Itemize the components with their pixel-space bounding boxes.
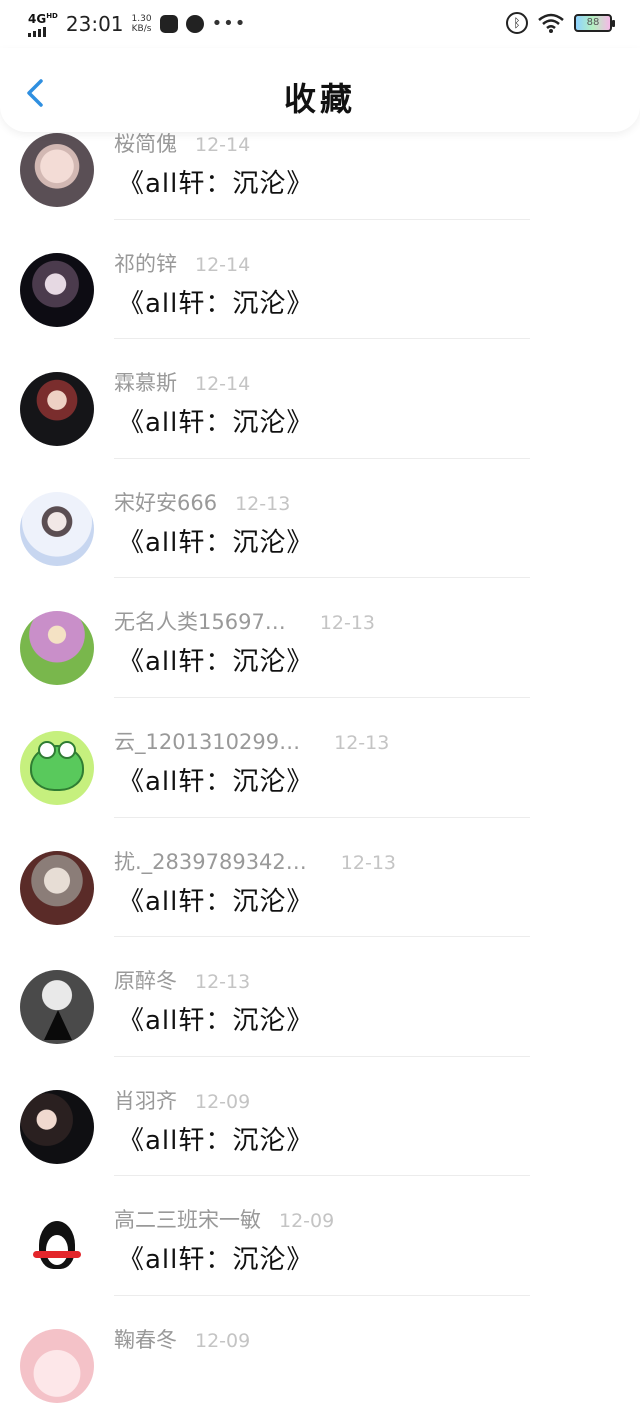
frog-icon [30,740,84,791]
avatar[interactable] [20,133,94,207]
battery-icon: 88 [574,14,615,32]
list-item[interactable]: 肖羽齐 12-09 《all轩：沉沦》 [0,1057,640,1177]
author-name: 鞠春冬 [114,1327,177,1352]
avatar[interactable] [20,252,94,327]
author-name: 无名人类15697… [114,610,286,635]
list-item[interactable]: 霖慕斯 12-14 《all轩：沉沦》 [0,339,640,459]
status-bar: 4GHD 23:01 1.30 KB/s ••• ᛒ 88 [0,0,640,48]
avatar[interactable] [20,1209,94,1284]
item-title: 《all轩：沉沦》 [118,1245,314,1276]
item-title: 《all轩：沉沦》 [118,288,314,319]
wolf-icon [44,1010,72,1041]
item-author: 高二三班宋一敏 12-09 [114,1204,334,1234]
item-date: 12-14 [195,134,251,156]
item-date: 12-14 [195,253,251,276]
more-notifications-icon: ••• [211,13,247,34]
author-name: 云_1201310299… [114,729,301,754]
list-item[interactable]: 宋好安666 12-13 《all轩：沉沦》 [0,459,640,579]
page-title: 收藏 [283,80,356,118]
bluetooth-icon: ᛒ [506,12,528,34]
nav-header: 收藏 [0,48,640,132]
item-author: 无名人类15697… 12-13 [114,606,375,636]
item-author: 霖慕斯 12-14 [114,367,250,397]
item-author: 桜简傀 12-14 [114,128,250,158]
item-author: 祁的锌 12-14 [114,248,250,278]
item-date: 12-13 [340,851,397,874]
cellular-signal-icon: 4GHD [28,10,58,37]
avatar[interactable] [20,1328,94,1403]
item-title: 《all轩：沉沦》 [118,1006,314,1037]
speed-value: 1.30 [131,13,152,24]
item-title: 《all轩：沉沦》 [118,1125,314,1156]
avatar[interactable] [20,611,94,686]
author-name: 霖慕斯 [114,371,177,396]
item-title: 《all轩：沉沦》 [118,647,314,678]
author-name: 祁的锌 [114,251,177,276]
item-date: 12-13 [195,971,251,994]
author-name: 宋好安666 [114,490,218,515]
qq-penguin-icon [33,1221,81,1270]
network-sup: HD [46,12,58,20]
list-item[interactable]: 无名人类15697… 12-13 《all轩：沉沦》 [0,578,640,698]
list-item[interactable]: 云_1201310299… 12-13 《all轩：沉沦》 [0,698,640,818]
list-item[interactable]: 鞠春冬 12-09 [0,1296,640,1416]
item-date: 12-09 [195,1329,251,1352]
item-title: 《all轩：沉沦》 [118,886,314,917]
item-author: 肖羽齐 12-09 [114,1085,250,1115]
list-item[interactable]: 高二三班宋一敏 12-09 《all轩：沉沦》 [0,1176,640,1296]
speed-unit: KB/s [131,23,152,34]
list-item[interactable]: 祁的锌 12-14 《all轩：沉沦》 [0,220,640,340]
item-date: 12-14 [195,373,251,396]
avatar[interactable] [20,372,94,447]
avatar[interactable] [20,1089,94,1164]
author-name: 扰._2839789342… [114,849,307,874]
item-date: 12-09 [195,1090,251,1113]
author-name: 桜简傀 [114,132,177,156]
avatar[interactable] [20,730,94,805]
item-date: 12-13 [319,612,376,635]
item-title: 《all轩：沉沦》 [118,169,314,199]
author-name: 肖羽齐 [114,1088,177,1113]
item-date: 12-13 [334,731,390,754]
avatar[interactable] [20,491,94,566]
item-title: 《all轩：沉沦》 [118,527,314,558]
avatar[interactable] [20,970,94,1045]
wifi-icon [538,13,564,33]
favorites-list: 桜简傀 12-14 《all轩：沉沦》 祁的锌 12-14 《all轩：沉沦》 霖慕… [0,100,640,1416]
item-title: 《all轩：沉沦》 [118,766,314,797]
network-type: 4G [28,12,47,26]
notification-app-icon [159,14,178,33]
item-date: 12-13 [235,492,291,515]
item-author: 鞠春冬 12-09 [114,1324,250,1354]
notification-browser-icon [185,14,204,33]
network-speed: 1.30 KB/s [132,14,152,34]
author-name: 原醉冬 [114,969,177,994]
item-author: 宋好安666 12-13 [114,487,290,517]
item-title: 《all轩：沉沦》 [118,408,314,439]
list-item[interactable]: 原醉冬 12-13 《all轩：沉沦》 [0,937,640,1057]
clock: 23:01 [65,11,124,36]
item-author: 扰._2839789342… 12-13 [114,846,396,876]
list-item[interactable]: 扰._2839789342… 12-13 《all轩：沉沦》 [0,818,640,938]
author-name: 高二三班宋一敏 [114,1208,261,1233]
avatar[interactable] [20,850,94,925]
item-author: 原醉冬 12-13 [114,965,250,995]
item-author: 云_1201310299… 12-13 [114,726,389,756]
item-date: 12-09 [279,1210,335,1233]
battery-level: 88 [586,17,600,28]
